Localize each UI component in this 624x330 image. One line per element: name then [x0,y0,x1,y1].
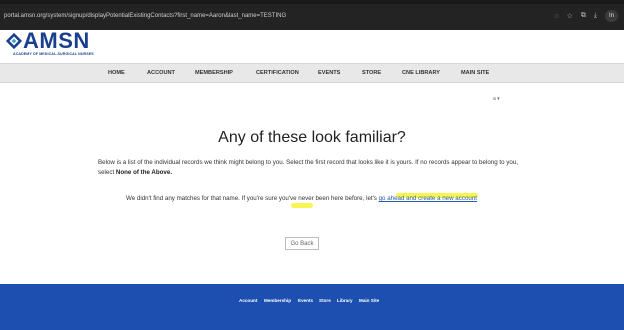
bookmark-star-icon[interactable]: ☆ [567,12,573,20]
language-dropdown[interactable]: a ▾ [493,96,500,102]
nav-main-site[interactable]: MAIN SITE [461,64,489,82]
profile-button[interactable]: In [604,10,618,22]
logo-wordmark: AMSN [23,28,90,53]
no-match-text: We didn't find any matches for that name… [126,195,379,202]
nav-certification[interactable]: CERTIFICATION [256,64,299,82]
nav-store[interactable]: STORE [362,64,381,82]
address-row: portal.amsn.org/system/signup/displayPot… [0,6,624,26]
logo-tagline: ACADEMY OF MEDICAL-SURGICAL NURSES [13,52,94,56]
browser-action-icons: ◌ ☆ ⧉ ⤓ In [554,9,618,23]
create-account-link[interactable]: go ahead and create a new account [379,195,477,202]
footer-link-events[interactable]: Events [298,298,313,303]
no-match-message: We didn't find any matches for that name… [126,194,506,203]
nav-cne-library[interactable]: CNE LIBRARY [402,64,440,82]
tab-strip [0,0,624,4]
download-icon[interactable]: ⤓ [594,12,597,20]
amsn-logo-mark-icon [5,32,23,50]
footer-link-library[interactable]: Library [337,298,353,303]
main-navigation: HOME ACCOUNT MEMBERSHIP CERTIFICATION EV… [0,63,624,83]
site-header: AMSN ACADEMY OF MEDICAL-SURGICAL NURSES [0,28,624,64]
footer-link-store[interactable]: Store [319,298,331,303]
nav-account[interactable]: ACCOUNT [147,64,175,82]
footer-link-membership[interactable]: Membership [264,298,291,303]
address-bar[interactable]: portal.amsn.org/system/signup/displayPot… [4,9,552,23]
go-back-button[interactable]: Go Back [285,237,319,250]
none-of-above-emphasis: None of the Above. [115,169,173,176]
site-footer: Account Membership Events Store Library … [0,284,624,330]
browser-toolbar: portal.amsn.org/system/signup/displayPot… [0,0,624,30]
footer-navigation: Account Membership Events Store Library … [0,298,624,308]
highlight-mark [291,203,313,208]
nav-home[interactable]: HOME [108,64,125,82]
extensions-icon[interactable]: ⧉ [581,12,586,20]
amsn-logo[interactable]: AMSN ACADEMY OF MEDICAL-SURGICAL NURSES [5,28,105,60]
intro-paragraph: Below is a list of the individual record… [98,158,528,178]
page-title: Any of these look familiar? [218,129,406,146]
nav-membership[interactable]: MEMBERSHIP [195,64,233,82]
eye-off-icon[interactable]: ◌ [554,13,558,20]
footer-link-account[interactable]: Account [239,298,257,303]
nav-events[interactable]: EVENTS [318,64,340,82]
footer-link-main-site[interactable]: Main Site [359,298,379,303]
